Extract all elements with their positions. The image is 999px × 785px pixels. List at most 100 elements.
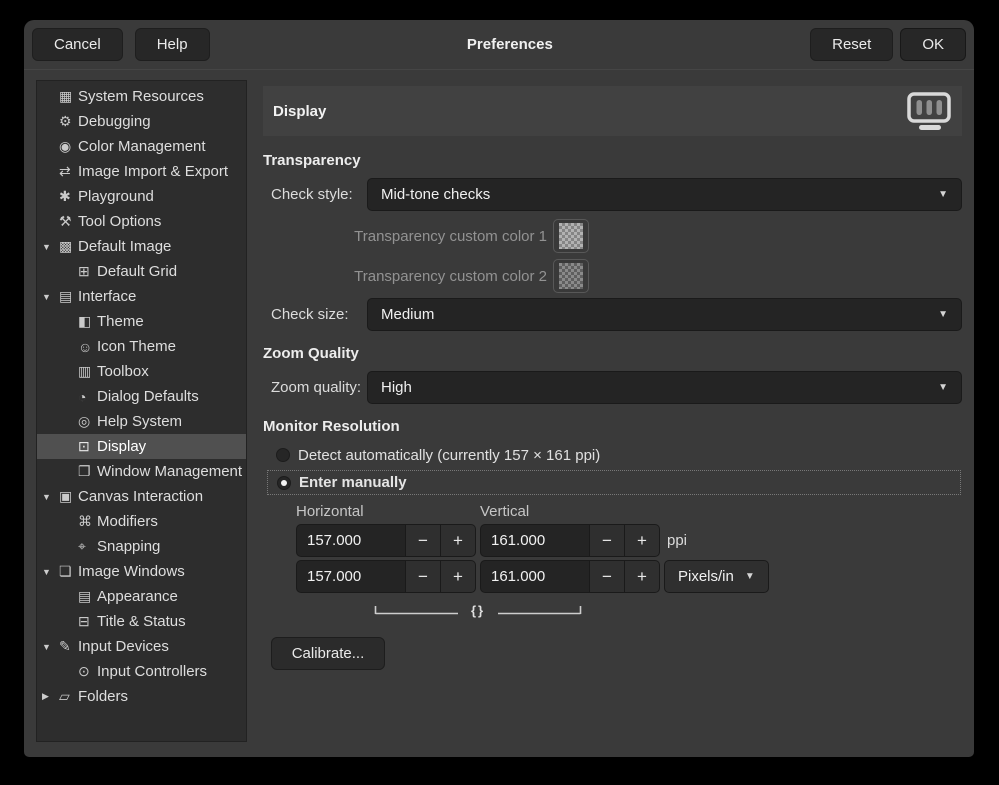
sidebar-item-folders[interactable]: ▶ ▱ Folders [37,684,246,709]
sidebar-item-label: Modifiers [97,513,158,530]
unit-value: Pixels/in [678,568,734,585]
help-button[interactable]: Help [135,28,210,61]
sidebar-item-help-system[interactable]: ◎ Help System [37,409,246,434]
zoom-quality-heading: Zoom Quality [263,345,962,363]
vertical-ppi-input[interactable]: 161.000 [480,524,590,557]
sidebar-item-image-windows[interactable]: ▼ ❏ Image Windows [37,559,246,584]
sidebar-item-display[interactable]: ⊡ Display [37,434,246,459]
sidebar-item-tool-options[interactable]: ⚒ Tool Options [37,209,246,234]
sidebar-item-input-controllers[interactable]: ⊙ Input Controllers [37,659,246,684]
check-size-value: Medium [381,306,434,323]
expander-expanded-icon[interactable]: ▼ [42,567,59,577]
expander-expanded-icon[interactable]: ▼ [42,492,59,502]
enter-manually-option[interactable]: Enter manually [267,470,961,495]
check-style-dropdown[interactable]: Mid-tone checks ▼ [367,178,962,211]
interface-icon: ▤ [59,288,78,305]
expander-expanded-icon[interactable]: ▼ [42,642,59,652]
custom-color-1-swatch-button[interactable] [553,219,589,253]
sidebar-item-label: Canvas Interaction [78,488,203,505]
sidebar-item-appearance[interactable]: ▤ Appearance [37,584,246,609]
sidebar-item-modifiers[interactable]: ⌘ Modifiers [37,509,246,534]
playground-icon: ✱ [59,188,78,205]
chain-link-toggle[interactable]: {} [296,602,660,620]
custom-color-2-swatch-button[interactable] [553,259,589,293]
appearance-icon: ▤ [78,588,97,605]
horizontal-unit-input[interactable]: 157.000 [296,560,406,593]
sidebar-item-image-import-export[interactable]: ⇄ Image Import & Export [37,159,246,184]
sidebar-item-system-resources[interactable]: ▦ System Resources [37,84,246,109]
sidebar-item-interface[interactable]: ▼ ▤ Interface [37,284,246,309]
sidebar-item-label: Icon Theme [97,338,176,355]
sidebar-item-playground[interactable]: ✱ Playground [37,184,246,209]
dialog-titlebar: Cancel Help Preferences Reset OK [24,20,974,70]
horizontal-ppi-input[interactable]: 157.000 [296,524,406,557]
monitor-resolution-heading: Monitor Resolution [263,418,962,436]
window-management-icon: ❐ [78,463,97,480]
resolution-row-2: 157.000 − + 161.000 − + Pixels/in ▼ [296,560,962,593]
check-style-value: Mid-tone checks [381,186,490,203]
calibrate-button[interactable]: Calibrate... [271,637,385,670]
zoom-quality-row: Zoom quality: High ▼ [263,371,962,404]
sidebar-item-label: Help System [97,413,182,430]
custom-color-1-label: Transparency custom color 1 [263,228,553,245]
minus-button[interactable]: − [406,560,441,593]
horizontal-ppi-spinner: 157.000 − + [296,524,476,557]
expander-collapsed-icon[interactable]: ▶ [42,691,59,702]
sidebar-item-dialog-defaults[interactable]: ◔ Dialog Defaults [37,384,246,409]
sidebar-item-label: Title & Status [97,613,186,630]
enter-manually-label: Enter manually [299,474,407,491]
zoom-quality-dropdown[interactable]: High ▼ [367,371,962,404]
snapping-icon: ⌖ [78,538,97,555]
sidebar-tree: ▦ System Resources ⚙ Debugging ◉ Color M… [36,80,247,742]
color-management-icon: ◉ [59,138,78,155]
checkerboard-swatch-icon [559,263,583,289]
sidebar-item-input-devices[interactable]: ▼ ✎ Input Devices [37,634,246,659]
sidebar-item-label: Default Grid [97,263,177,280]
sidebar-item-canvas-interaction[interactable]: ▼ ▣ Canvas Interaction [37,484,246,509]
minus-button[interactable]: − [590,560,625,593]
icon-theme-icon: ☺ [78,339,97,355]
check-size-row: Check size: Medium ▼ [263,298,962,331]
plus-button[interactable]: + [441,560,476,593]
minus-button[interactable]: − [590,524,625,557]
titlebar-left-buttons: Cancel Help [32,28,210,61]
radio-unchecked-icon[interactable] [276,448,290,462]
sidebar-item-theme[interactable]: ◧ Theme [37,309,246,334]
ok-button[interactable]: OK [900,28,966,61]
image-import-export-icon: ⇄ [59,163,78,180]
sidebar-item-label: Input Devices [78,638,169,655]
sidebar-item-title-status[interactable]: ⊟ Title & Status [37,609,246,634]
detect-automatically-option[interactable]: Detect automatically (currently 157 × 16… [263,444,962,466]
chevron-down-icon: ▼ [938,309,948,320]
radio-checked-icon[interactable] [277,476,291,490]
image-windows-icon: ❏ [59,563,78,580]
sidebar-item-icon-theme[interactable]: ☺ Icon Theme [37,334,246,359]
sidebar-item-label: Folders [78,688,128,705]
sidebar-item-color-management[interactable]: ◉ Color Management [37,134,246,159]
sidebar-item-default-grid[interactable]: ⊞ Default Grid [37,259,246,284]
plus-button[interactable]: + [625,560,660,593]
sidebar-item-toolbox[interactable]: ▥ Toolbox [37,359,246,384]
vertical-unit-input[interactable]: 161.000 [480,560,590,593]
sidebar-item-label: Appearance [97,588,178,605]
unit-dropdown[interactable]: Pixels/in ▼ [664,560,769,593]
page-title: Display [273,103,906,120]
expander-expanded-icon[interactable]: ▼ [42,242,59,252]
folders-icon: ▱ [59,688,78,705]
sidebar-item-label: Dialog Defaults [97,388,199,405]
expander-expanded-icon[interactable]: ▼ [42,292,59,302]
ppi-unit-label: ppi [667,532,687,549]
sidebar-item-debugging[interactable]: ⚙ Debugging [37,109,246,134]
plus-button[interactable]: + [441,524,476,557]
sidebar-item-window-management[interactable]: ❐ Window Management [37,459,246,484]
minus-button[interactable]: − [406,524,441,557]
display-icon: ⊡ [78,438,97,455]
cancel-button[interactable]: Cancel [32,28,123,61]
plus-button[interactable]: + [625,524,660,557]
sidebar-item-snapping[interactable]: ⌖ Snapping [37,534,246,559]
check-size-dropdown[interactable]: Medium ▼ [367,298,962,331]
dialog-title: Preferences [210,36,811,53]
reset-button[interactable]: Reset [810,28,893,61]
sidebar-item-default-image[interactable]: ▼ ▩ Default Image [37,234,246,259]
theme-icon: ◧ [78,313,97,330]
